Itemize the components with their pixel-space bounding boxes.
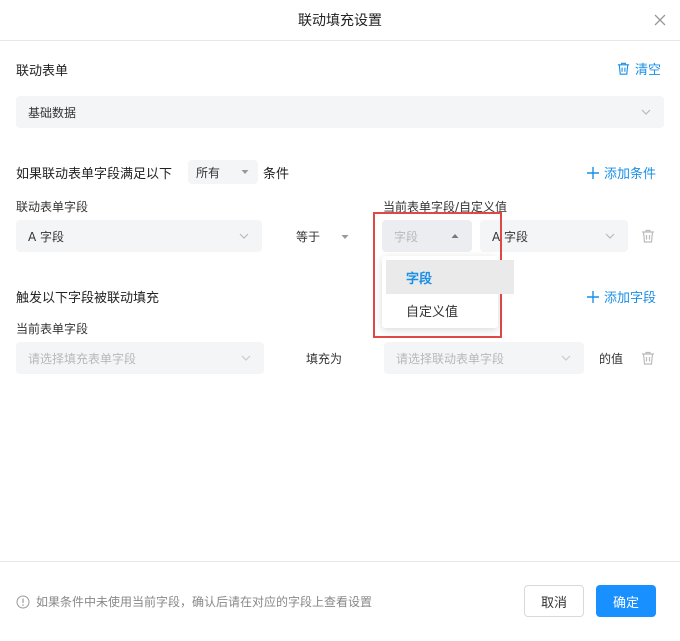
delete-fill-icon[interactable] <box>640 350 656 366</box>
operator-value: 等于 <box>296 230 321 244</box>
linked-form-select[interactable]: 基础数据 <box>16 96 664 128</box>
plus-icon <box>587 166 599 179</box>
fill-left-label: 当前表单字段 <box>16 322 89 336</box>
footer-note: 如果条件中未使用当前字段，确认后请在对应的字段上查看设置 <box>16 593 372 610</box>
dialog-title: 联动填充设置 <box>298 13 382 29</box>
clear-label: 清空 <box>635 63 662 78</box>
condition-target-select[interactable]: A 字段 <box>480 220 628 252</box>
delete-condition-icon[interactable] <box>640 228 656 244</box>
fill-current-field-select[interactable]: 请选择填充表单字段 <box>16 342 264 374</box>
fill-label: 触发以下字段被联动填充 <box>16 291 160 306</box>
add-condition-label: 添加条件 <box>604 167 657 182</box>
close-icon[interactable] <box>650 10 670 30</box>
operator-select[interactable]: 等于 <box>296 228 350 245</box>
clear-button[interactable]: 清空 <box>616 59 661 78</box>
confirm-button[interactable]: 确定 <box>596 585 656 617</box>
footer-note-text: 如果条件中未使用当前字段，确认后请在对应的字段上查看设置 <box>36 595 373 609</box>
header-divider <box>0 40 680 41</box>
type-dropdown-menu: 字段 自定义值 <box>382 256 514 328</box>
caret-down-icon <box>241 170 249 174</box>
add-field-button[interactable]: 添加字段 <box>586 287 656 306</box>
footer-divider <box>0 561 680 562</box>
condition-left-label: 联动表单字段 <box>16 200 89 214</box>
fill-linked-field-select[interactable]: 请选择联动表单字段 <box>384 342 584 374</box>
dropdown-option-custom[interactable]: 自定义值 <box>386 294 514 326</box>
dropdown-option-field[interactable]: 字段 <box>386 260 514 294</box>
add-field-label: 添加字段 <box>604 291 657 306</box>
condition-match-select[interactable]: 所有 <box>188 160 258 184</box>
chevron-down-icon <box>561 355 571 361</box>
add-condition-button[interactable]: 添加条件 <box>586 163 656 182</box>
chevron-down-icon <box>239 233 249 239</box>
plus-icon <box>587 290 599 303</box>
linked-form-label: 联动表单 <box>16 64 69 79</box>
condition-suffix: 条件 <box>263 167 290 182</box>
condition-prefix: 如果联动表单字段满足以下 <box>16 167 173 182</box>
condition-field-value: A 字段 <box>28 229 65 244</box>
fill-suffix: 的值 <box>599 352 624 366</box>
fill-linked-field-placeholder: 请选择联动表单字段 <box>396 351 505 366</box>
caret-down-icon <box>341 234 349 239</box>
linked-form-value: 基础数据 <box>28 105 77 120</box>
chevron-down-icon <box>605 233 615 239</box>
info-icon <box>16 595 30 608</box>
condition-field-select[interactable]: A 字段 <box>16 220 262 252</box>
condition-match-value: 所有 <box>196 165 221 180</box>
cancel-button[interactable]: 取消 <box>524 585 584 617</box>
chevron-down-icon <box>241 355 251 361</box>
chevron-down-icon <box>641 109 651 115</box>
fill-current-field-placeholder: 请选择填充表单字段 <box>28 351 137 366</box>
trash-icon <box>617 62 630 75</box>
fill-as-text: 填充为 <box>306 352 343 366</box>
